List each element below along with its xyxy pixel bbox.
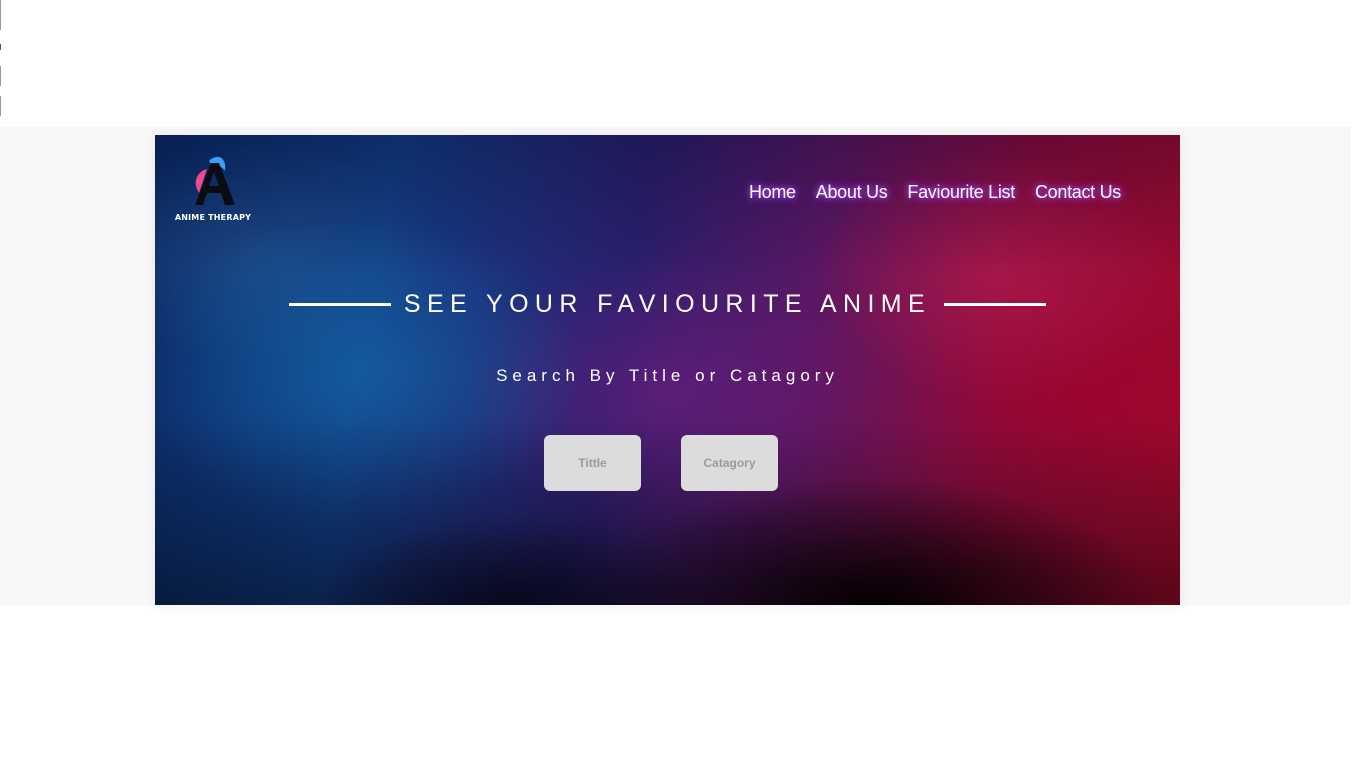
hero-subheadline: Search By Title or Catagory: [496, 366, 839, 385]
headline-divider-left: [288, 303, 391, 306]
headline-row: SEE YOUR FAVIOURITE ANIME: [155, 290, 1180, 319]
search-by-title-button[interactable]: Tittle: [544, 435, 641, 491]
nav-link-about-us[interactable]: About Us: [816, 182, 888, 203]
anime-therapy-logo-icon: [195, 156, 235, 205]
hero-headline: SEE YOUR FAVIOURITE ANIME: [403, 290, 932, 318]
hero-banner: ANIME THERAPY Home About Us Faviourite L…: [155, 135, 1180, 605]
nav-link-home[interactable]: Home: [749, 182, 796, 203]
search-buttons: Tittle Catagory: [544, 435, 778, 491]
left-edge-mark: [0, 44, 1, 50]
nav-link-favourite-list[interactable]: Faviourite List: [907, 182, 1015, 203]
nav-link-contact-us[interactable]: Contact Us: [1035, 182, 1121, 203]
main-nav: Home About Us Faviourite List Contact Us: [749, 182, 1121, 203]
left-edge-mark: [0, 66, 1, 86]
headline-divider-right: [944, 303, 1047, 306]
left-edge-mark: [0, 96, 1, 116]
search-by-category-button[interactable]: Catagory: [681, 435, 778, 491]
brand-logo[interactable]: ANIME THERAPY: [173, 153, 253, 225]
left-edge-mark: [0, 0, 1, 30]
brand-name: ANIME THERAPY: [174, 213, 252, 222]
top-blank-area: [0, 0, 1366, 127]
